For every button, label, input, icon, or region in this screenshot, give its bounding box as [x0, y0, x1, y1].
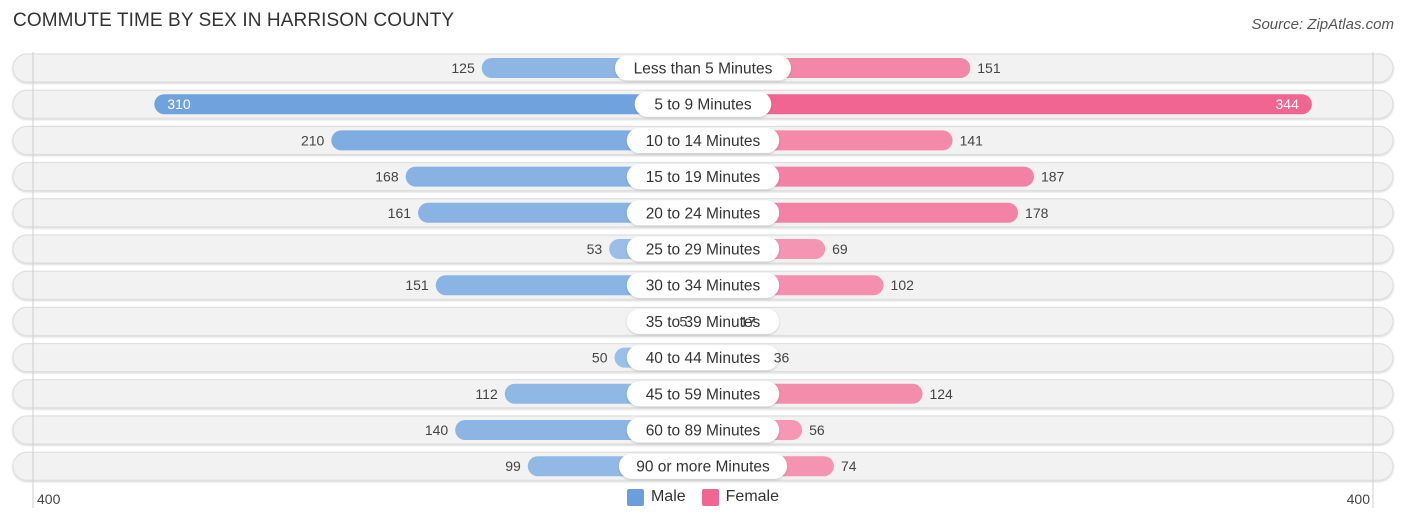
value-label-male: 151 [405, 277, 429, 293]
bar-female[interactable] [683, 94, 1312, 115]
category-label: 10 to 14 Minutes [646, 133, 761, 150]
chart-area: Less than 5 Minutes 125 151 5 to 9 Minutes 3… [12, 52, 1394, 508]
legend-label-female: Female [725, 488, 780, 505]
value-label-female: 102 [891, 277, 915, 293]
value-label-male: 112 [475, 386, 498, 402]
value-label-female: 151 [977, 60, 1001, 76]
value-label-female: 178 [1025, 205, 1049, 221]
value-label-male: 125 [451, 60, 475, 76]
value-label-female: 344 [1276, 96, 1300, 112]
category-label: 40 to 44 Minutes [646, 350, 761, 367]
value-label-male: 50 [592, 350, 608, 366]
value-label-female: 141 [960, 132, 984, 148]
category-label: 60 to 89 Minutes [646, 423, 761, 440]
value-label-female: 124 [929, 386, 953, 402]
legend: Male Female [0, 488, 1406, 506]
category-label: 90 or more Minutes [636, 459, 770, 476]
category-label: 15 to 19 Minutes [646, 169, 761, 186]
value-label-female: 187 [1041, 169, 1065, 185]
value-label-female: 69 [832, 241, 848, 257]
value-label-female: 17 [740, 313, 756, 329]
value-label-male: 210 [301, 132, 325, 148]
value-label-male: 140 [425, 422, 449, 438]
category-label: Less than 5 Minutes [634, 61, 773, 78]
value-label-male: 161 [388, 205, 412, 221]
value-label-male: 168 [375, 169, 399, 185]
legend-swatch-female [701, 488, 719, 506]
legend-swatch-male [626, 488, 644, 506]
value-label-male: 99 [505, 458, 521, 474]
category-label: 45 to 59 Minutes [646, 386, 761, 403]
legend-label-male: Male [650, 488, 686, 505]
value-label-female: 74 [841, 458, 857, 474]
value-label-male: 5 [679, 313, 687, 329]
value-label-male: 53 [587, 241, 603, 257]
value-label-female: 36 [774, 350, 790, 366]
category-label: 20 to 24 Minutes [646, 205, 761, 222]
legend-item-female[interactable]: Female [701, 488, 780, 506]
value-label-female: 56 [809, 422, 825, 438]
category-label: 5 to 9 Minutes [654, 97, 752, 114]
value-label-male: 310 [167, 96, 191, 112]
legend-item-male[interactable]: Male [626, 488, 686, 506]
category-label: 30 to 34 Minutes [646, 278, 761, 295]
category-label: 25 to 29 Minutes [646, 242, 761, 259]
